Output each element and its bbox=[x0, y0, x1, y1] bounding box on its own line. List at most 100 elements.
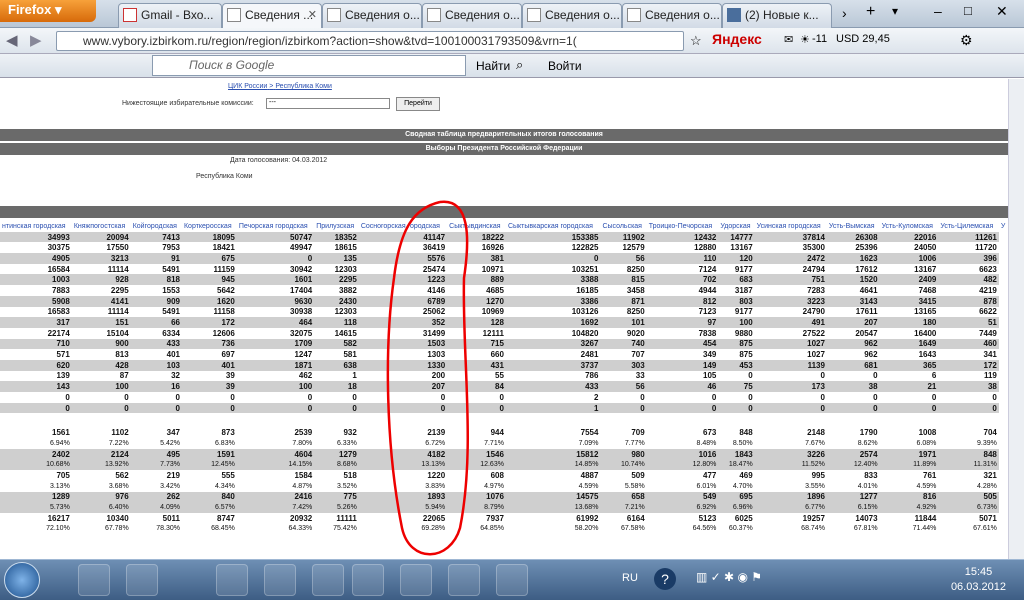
page-icon bbox=[327, 8, 341, 22]
table-cell: 0 bbox=[600, 392, 647, 403]
table-cell: 100 bbox=[236, 381, 315, 392]
camera-icon[interactable] bbox=[312, 564, 344, 596]
firefox-menu-button[interactable]: Firefox ▾ bbox=[0, 0, 96, 22]
table-cell: 962 bbox=[826, 338, 880, 350]
table-cell: 638 bbox=[314, 359, 359, 371]
percent-cell: 4.70% bbox=[718, 480, 755, 492]
google-search-input[interactable]: Поиск в Google bbox=[152, 55, 466, 76]
date-label: Дата голосования: bbox=[230, 157, 291, 164]
table-cell: 1709 bbox=[236, 338, 315, 350]
tab[interactable]: Сведения о... bbox=[422, 3, 522, 28]
go-button[interactable]: Перейти bbox=[396, 97, 440, 111]
close-tab-icon[interactable]: ✕ bbox=[308, 4, 317, 26]
commission-select[interactable]: --- bbox=[266, 98, 390, 109]
clock[interactable]: 15:45 06.03.2012 bbox=[951, 565, 1006, 595]
tab[interactable]: Сведения о... bbox=[622, 3, 722, 28]
table-cell: 118 bbox=[314, 317, 359, 328]
hp-icon[interactable] bbox=[216, 564, 248, 596]
table-cell: 5908 bbox=[0, 295, 72, 307]
table-cell: 35300 bbox=[754, 242, 827, 254]
minimize-icon[interactable]: – bbox=[934, 3, 942, 19]
word-icon[interactable] bbox=[496, 564, 528, 596]
login-button[interactable]: Войти bbox=[548, 59, 582, 73]
icq-icon[interactable] bbox=[352, 564, 384, 596]
maximize-icon[interactable]: □ bbox=[964, 3, 972, 18]
back-icon[interactable]: ◀ bbox=[6, 31, 18, 49]
tab-vk[interactable]: (2) Новые к... bbox=[722, 3, 832, 28]
table-cell: 26308 bbox=[826, 231, 880, 243]
url-bar[interactable]: www.vybory.izbirkom.ru/region/region/izb… bbox=[56, 31, 684, 51]
tab-gmail[interactable]: Gmail - Вхо... bbox=[118, 3, 222, 28]
vote-cell: 5071 bbox=[938, 512, 999, 524]
weather-icon: ☀ bbox=[800, 34, 810, 46]
vertical-scrollbar[interactable] bbox=[1008, 79, 1024, 559]
table-cell: 12880 bbox=[646, 242, 719, 254]
table-cell: 18421 bbox=[181, 242, 237, 254]
bookmark-star-icon[interactable]: ☆ bbox=[690, 33, 702, 49]
help-icon[interactable]: ? bbox=[654, 568, 676, 590]
percent-cell: 6.40% bbox=[71, 502, 131, 513]
tray-icons[interactable]: ▥ ✓ ✱ ◉ ⚑ bbox=[696, 570, 762, 584]
skype-icon[interactable] bbox=[400, 564, 432, 596]
table-cell: 139 bbox=[0, 370, 72, 382]
navigation-bar: ◀ ▶ www.vybory.izbirkom.ru/region/region… bbox=[0, 28, 1024, 54]
new-tab-icon[interactable]: + bbox=[866, 3, 875, 21]
table-cell: 815 bbox=[600, 274, 647, 286]
tab-active[interactable]: Сведения ... ✕ bbox=[222, 3, 322, 28]
tab[interactable]: Сведения о... bbox=[522, 3, 622, 28]
percent-cell: 3.55% bbox=[754, 480, 827, 492]
column-header: Троицко-Печорская bbox=[646, 221, 719, 232]
page-icon bbox=[427, 8, 441, 22]
column-header: Усть-Куломская bbox=[879, 221, 939, 232]
percent-cell: 7.42% bbox=[236, 502, 315, 513]
table-cell: 3223 bbox=[754, 295, 827, 307]
table-cell: 18615 bbox=[314, 242, 359, 254]
list-tabs-icon[interactable]: ▾ bbox=[892, 4, 898, 18]
breadcrumb-komi[interactable]: Республика Коми bbox=[275, 83, 332, 90]
language-indicator[interactable]: RU bbox=[622, 572, 638, 584]
percent-cell: 6.77% bbox=[754, 502, 827, 513]
table-top-bar bbox=[0, 206, 1008, 218]
settings-gear-icon[interactable]: ⚙ bbox=[960, 32, 973, 49]
explorer-icon[interactable] bbox=[126, 564, 158, 596]
start-button[interactable] bbox=[4, 562, 40, 598]
table-cell: 1601 bbox=[236, 274, 315, 286]
table-row: 317 151 66 172 464 118 352 128 1692 101 97 100 491 20… bbox=[0, 317, 1008, 328]
table-cell: 49947 bbox=[236, 242, 315, 254]
percent-cell: 7.22% bbox=[71, 438, 131, 449]
table-cell: 16584 bbox=[0, 263, 72, 275]
media-icon[interactable] bbox=[448, 564, 480, 596]
tab-scroll-right-icon[interactable]: › bbox=[842, 5, 847, 21]
vote-cell: 509 bbox=[600, 470, 647, 481]
vote-cell: 704 bbox=[938, 427, 999, 439]
tab-strip: Firefox ▾ Gmail - Вхо... Сведения ... ✕ С… bbox=[0, 0, 1024, 28]
page-icon bbox=[527, 8, 541, 22]
yandex-link[interactable]: Яндекс bbox=[712, 31, 762, 47]
table-cell: 180 bbox=[879, 317, 939, 328]
breadcrumb[interactable]: ЦИК России > Республика Коми bbox=[228, 83, 332, 90]
vote-cell: 20932 bbox=[236, 512, 315, 524]
table-cell: 401 bbox=[130, 349, 182, 360]
table-cell: 3213 bbox=[71, 253, 131, 264]
temperature: -11 bbox=[812, 33, 828, 45]
percent-cell: 6.57% bbox=[181, 502, 237, 513]
vote-cell: 658 bbox=[600, 491, 647, 503]
vote-cell: 347 bbox=[130, 427, 182, 439]
table-cell: 1003 bbox=[0, 274, 72, 286]
firefox-icon[interactable] bbox=[264, 564, 296, 596]
table-row: 1003 928 818 945 1601 2295 1223 889 3388 815 702 68… bbox=[0, 274, 1008, 286]
table-cell: 571 bbox=[0, 349, 72, 360]
close-window-icon[interactable]: ✕ bbox=[996, 3, 1008, 20]
table-cell: 20094 bbox=[71, 231, 131, 243]
column-header: Прилузская bbox=[314, 221, 359, 232]
find-button[interactable]: Найти bbox=[476, 59, 510, 73]
breadcrumb-cik[interactable]: ЦИК России bbox=[228, 83, 267, 90]
mail-icon[interactable]: ✉ bbox=[784, 33, 793, 46]
table-cell: 702 bbox=[646, 274, 719, 286]
table-cell: 875 bbox=[718, 338, 755, 350]
table-cell: 0 bbox=[314, 402, 359, 414]
ie-icon[interactable] bbox=[78, 564, 110, 596]
table-cell: 122825 bbox=[505, 242, 601, 254]
forward-icon[interactable]: ▶ bbox=[30, 31, 42, 49]
tab[interactable]: Сведения о... bbox=[322, 3, 422, 28]
